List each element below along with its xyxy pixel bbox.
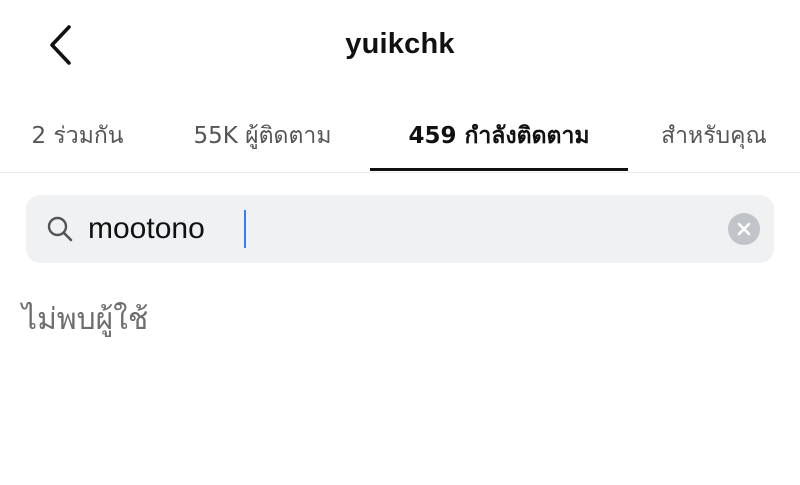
tab-followers[interactable]: 55K ผู้ติดตาม [155, 100, 370, 172]
header: yuikchk [0, 0, 800, 92]
no-users-found-message: ไม่พบผู้ใช้ [22, 302, 149, 337]
clear-icon [737, 222, 751, 236]
tab-for-you[interactable]: สำหรับคุณ [628, 100, 800, 172]
search-bar[interactable] [26, 195, 774, 263]
tab-bar: 2 ร่วมกัน 55K ผู้ติดตาม 459 กำลังติดตาม … [0, 100, 800, 173]
search-icon [47, 216, 73, 242]
text-caret [244, 210, 246, 248]
tab-mutual[interactable]: 2 ร่วมกัน [0, 100, 155, 172]
search-input[interactable] [88, 205, 708, 253]
tab-following[interactable]: 459 กำลังติดตาม [370, 100, 628, 172]
profile-username: yuikchk [345, 28, 455, 60]
active-tab-indicator [370, 168, 628, 171]
clear-search-button[interactable] [728, 213, 760, 245]
